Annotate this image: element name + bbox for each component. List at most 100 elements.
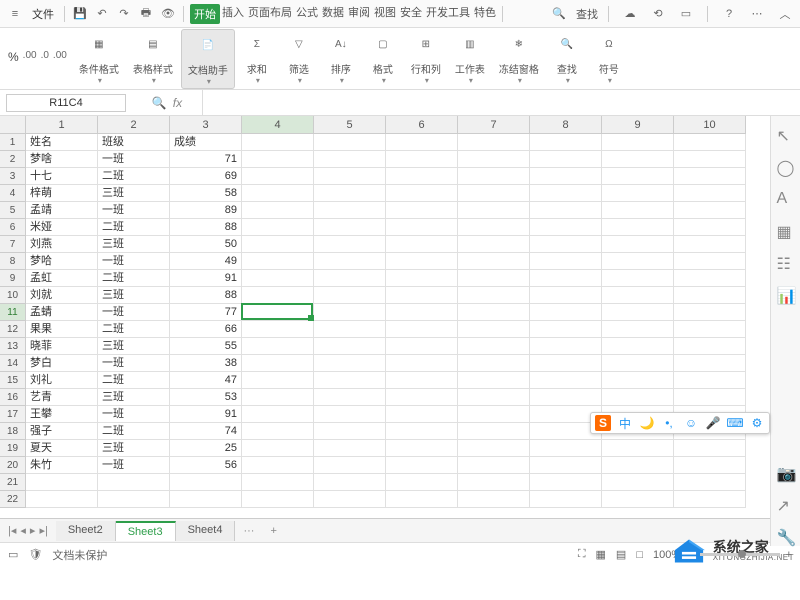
cell[interactable]: [386, 168, 458, 185]
col-header[interactable]: 4: [242, 116, 314, 134]
cell[interactable]: [674, 270, 746, 287]
cell[interactable]: 58: [170, 185, 242, 202]
cell[interactable]: [314, 491, 386, 508]
cell[interactable]: [530, 440, 602, 457]
file-menu[interactable]: 文件: [26, 6, 60, 22]
menu-tab-开发工具[interactable]: 开发工具: [424, 4, 472, 24]
first-sheet-icon[interactable]: |◂: [8, 524, 16, 537]
cell[interactable]: 88: [170, 287, 242, 304]
more-icon[interactable]: ⋯: [748, 5, 766, 23]
formula-input[interactable]: [202, 90, 800, 115]
cell[interactable]: [602, 219, 674, 236]
cell[interactable]: [314, 151, 386, 168]
cell[interactable]: [530, 372, 602, 389]
cell[interactable]: 成绩: [170, 134, 242, 151]
ime-item[interactable]: ⌨: [727, 415, 743, 431]
cell[interactable]: [386, 389, 458, 406]
cell[interactable]: [458, 253, 530, 270]
print-icon[interactable]: 🖶: [137, 5, 155, 23]
cell[interactable]: [242, 321, 314, 338]
cell[interactable]: [386, 270, 458, 287]
search-fx-icon[interactable]: 🔍: [152, 96, 167, 110]
cell[interactable]: [602, 253, 674, 270]
cell[interactable]: [602, 202, 674, 219]
cell[interactable]: 三班: [98, 287, 170, 304]
chart-icon[interactable]: 📊: [777, 286, 795, 304]
cell[interactable]: 三班: [98, 185, 170, 202]
cell[interactable]: [674, 338, 746, 355]
cell[interactable]: [530, 253, 602, 270]
search-label[interactable]: 查找: [576, 6, 598, 22]
ribbon-文档助手[interactable]: 📄文档助手: [181, 29, 235, 89]
menu-tab-安全[interactable]: 安全: [398, 4, 424, 24]
col-header[interactable]: 9: [602, 116, 674, 134]
cell[interactable]: [458, 185, 530, 202]
row-header[interactable]: 7: [0, 236, 26, 253]
cell[interactable]: [674, 151, 746, 168]
row-header[interactable]: 10: [0, 287, 26, 304]
cell[interactable]: [314, 287, 386, 304]
cell[interactable]: [242, 236, 314, 253]
cell[interactable]: 55: [170, 338, 242, 355]
ribbon-筛选[interactable]: ▽筛选: [279, 29, 319, 89]
cell[interactable]: [242, 338, 314, 355]
cell[interactable]: [602, 236, 674, 253]
cell[interactable]: [602, 270, 674, 287]
cell[interactable]: [458, 474, 530, 491]
row-header[interactable]: 5: [0, 202, 26, 219]
cell[interactable]: 一班: [98, 355, 170, 372]
cell[interactable]: 夏天: [26, 440, 98, 457]
cell[interactable]: 53: [170, 389, 242, 406]
col-header[interactable]: 6: [386, 116, 458, 134]
cell[interactable]: 47: [170, 372, 242, 389]
share-icon[interactable]: ↗: [777, 496, 795, 514]
view-reader-icon[interactable]: □: [636, 549, 643, 561]
cell[interactable]: [26, 491, 98, 508]
cell[interactable]: [314, 474, 386, 491]
cell[interactable]: [386, 151, 458, 168]
row-header[interactable]: 4: [0, 185, 26, 202]
cell[interactable]: [674, 321, 746, 338]
cell[interactable]: 刘就: [26, 287, 98, 304]
row-header[interactable]: 21: [0, 474, 26, 491]
cell[interactable]: [602, 287, 674, 304]
cell[interactable]: [458, 168, 530, 185]
cell[interactable]: [602, 321, 674, 338]
ime-item[interactable]: 🌙: [639, 415, 655, 431]
sheet-tab-Sheet3[interactable]: Sheet3: [116, 521, 176, 541]
cell[interactable]: [314, 304, 386, 321]
cell[interactable]: [674, 457, 746, 474]
col-header[interactable]: 8: [530, 116, 602, 134]
cells-area[interactable]: 姓名班级成绩梦啥一班71十七二班69梓萌三班58孟靖一班89米娅二班88刘燕三班…: [26, 134, 746, 508]
cell[interactable]: [98, 491, 170, 508]
cell[interactable]: [602, 474, 674, 491]
cell[interactable]: [242, 491, 314, 508]
cell[interactable]: [314, 355, 386, 372]
col-header[interactable]: 2: [98, 116, 170, 134]
cell[interactable]: [314, 219, 386, 236]
cell[interactable]: 一班: [98, 202, 170, 219]
cell[interactable]: [674, 474, 746, 491]
cell[interactable]: [602, 355, 674, 372]
cell[interactable]: [602, 151, 674, 168]
cell[interactable]: [458, 287, 530, 304]
cell[interactable]: [314, 321, 386, 338]
cell[interactable]: [314, 457, 386, 474]
cell[interactable]: [458, 270, 530, 287]
name-box[interactable]: [6, 94, 126, 112]
cell[interactable]: [386, 491, 458, 508]
cell[interactable]: 刘礼: [26, 372, 98, 389]
ime-item[interactable]: •,: [661, 415, 677, 431]
increase-decimal-icon[interactable]: .00: [53, 50, 67, 67]
properties-icon[interactable]: ☷: [777, 254, 795, 272]
cell[interactable]: [458, 372, 530, 389]
cell[interactable]: 三班: [98, 338, 170, 355]
row-header[interactable]: 14: [0, 355, 26, 372]
ime-item[interactable]: S: [595, 415, 611, 431]
cell[interactable]: [674, 372, 746, 389]
row-header[interactable]: 17: [0, 406, 26, 423]
cell[interactable]: [458, 236, 530, 253]
spreadsheet-grid[interactable]: 12345678910 1234567891011121314151617181…: [0, 116, 800, 518]
cell[interactable]: 88: [170, 219, 242, 236]
row-header[interactable]: 20: [0, 457, 26, 474]
